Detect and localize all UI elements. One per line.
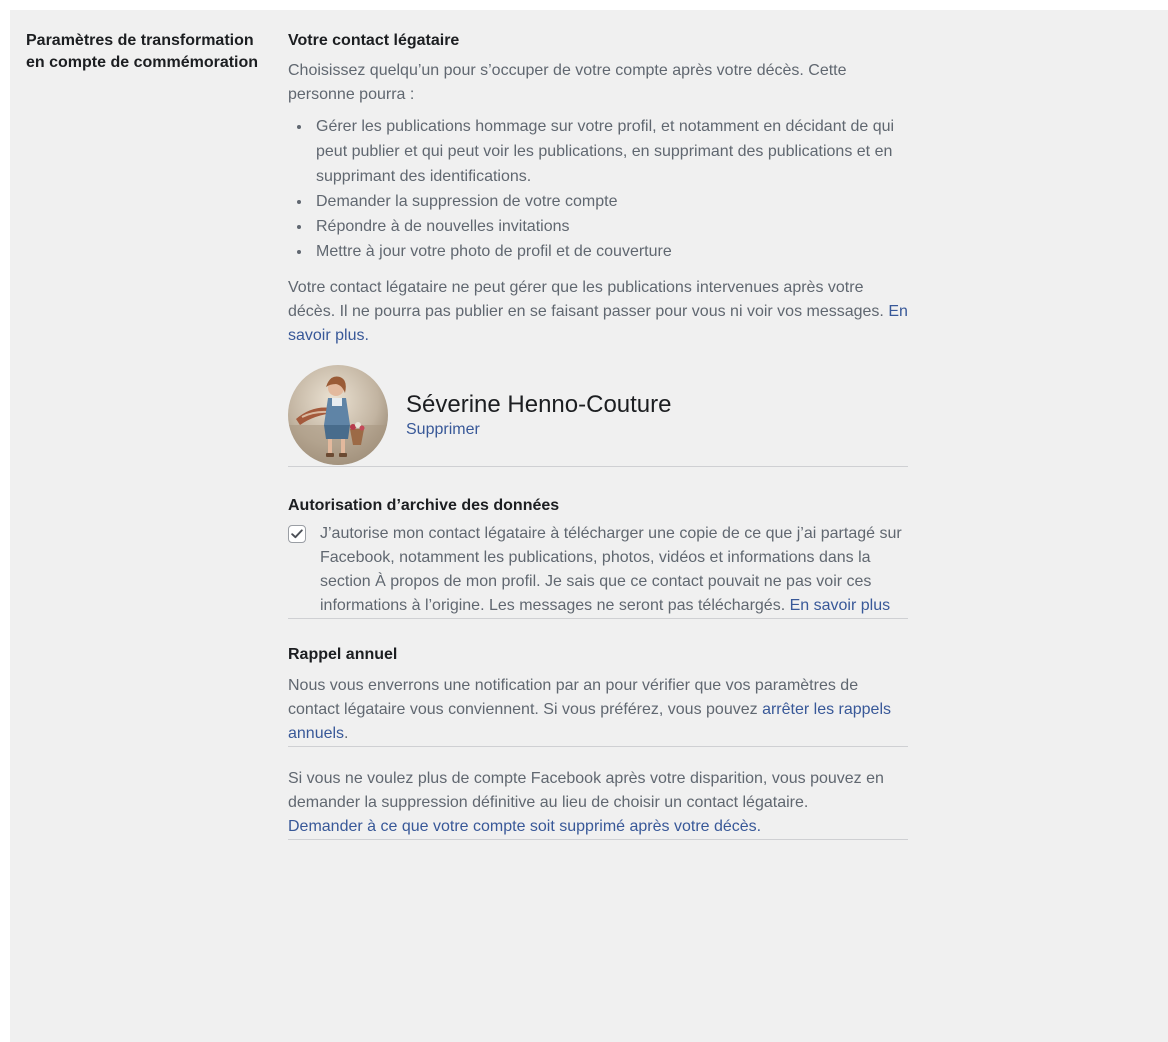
request-deletion-link[interactable]: Demander à ce que votre compte soit supp… xyxy=(288,815,908,839)
limits-text: Votre contact légataire ne peut gérer qu… xyxy=(288,279,884,320)
permission-item: Mettre à jour votre photo de profil et d… xyxy=(312,239,908,264)
data-archive-checkbox[interactable] xyxy=(288,525,306,543)
account-deletion-section: Si vous ne voulez plus de compte Faceboo… xyxy=(288,747,908,839)
permissions-list: Gérer les publications hommage sur votre… xyxy=(288,114,908,264)
annual-reminder-text: Nous vous enverrons une notification par… xyxy=(288,674,908,746)
annual-reminder-heading: Rappel annuel xyxy=(288,646,398,663)
data-archive-option: J’autorise mon contact légataire à téléc… xyxy=(288,522,908,618)
remove-contact-link[interactable]: Supprimer xyxy=(406,420,480,440)
permission-item: Répondre à de nouvelles invitations xyxy=(312,214,908,239)
avatar xyxy=(288,365,388,465)
legacy-contact-section: Votre contact légataire Choisissez quelq… xyxy=(288,30,908,466)
checkmark-icon xyxy=(291,529,303,539)
learn-more-link[interactable]: En savoir plus xyxy=(790,597,891,614)
legacy-contact-name: Séverine Henno-Couture xyxy=(406,391,672,418)
section-divider xyxy=(288,839,908,840)
data-archive-text: J’autorise mon contact légataire à téléc… xyxy=(320,522,908,618)
legacy-contact-limits: Votre contact légataire ne peut gérer qu… xyxy=(288,276,908,348)
section-label: Paramètres de transformation en compte d… xyxy=(26,32,259,71)
legacy-contact-heading: Votre contact légataire xyxy=(288,32,460,49)
permission-item: Demander la suppression de votre compte xyxy=(312,189,908,214)
contact-info: Séverine Henno-Couture Supprimer xyxy=(406,390,672,440)
legacy-contact-card: Séverine Henno-Couture Supprimer xyxy=(288,364,908,466)
legacy-contact-intro: Choisissez quelqu’un pour s’occuper de v… xyxy=(288,62,847,103)
settings-content: Votre contact légataire Choisissez quelq… xyxy=(288,30,908,840)
permission-item: Gérer les publications hommage sur votre… xyxy=(312,114,908,189)
annual-reminder-section: Rappel annuel Nous vous enverrons une no… xyxy=(288,619,908,746)
annual-reminder-suffix: . xyxy=(344,725,349,742)
settings-panel: Paramètres de transformation en compte d… xyxy=(10,10,1168,1042)
data-archive-section: Autorisation d’archive des données J’aut… xyxy=(288,467,908,618)
avatar-illustration xyxy=(288,365,388,465)
data-archive-heading: Autorisation d’archive des données xyxy=(288,497,560,514)
account-deletion-text: Si vous ne voulez plus de compte Faceboo… xyxy=(288,770,884,811)
